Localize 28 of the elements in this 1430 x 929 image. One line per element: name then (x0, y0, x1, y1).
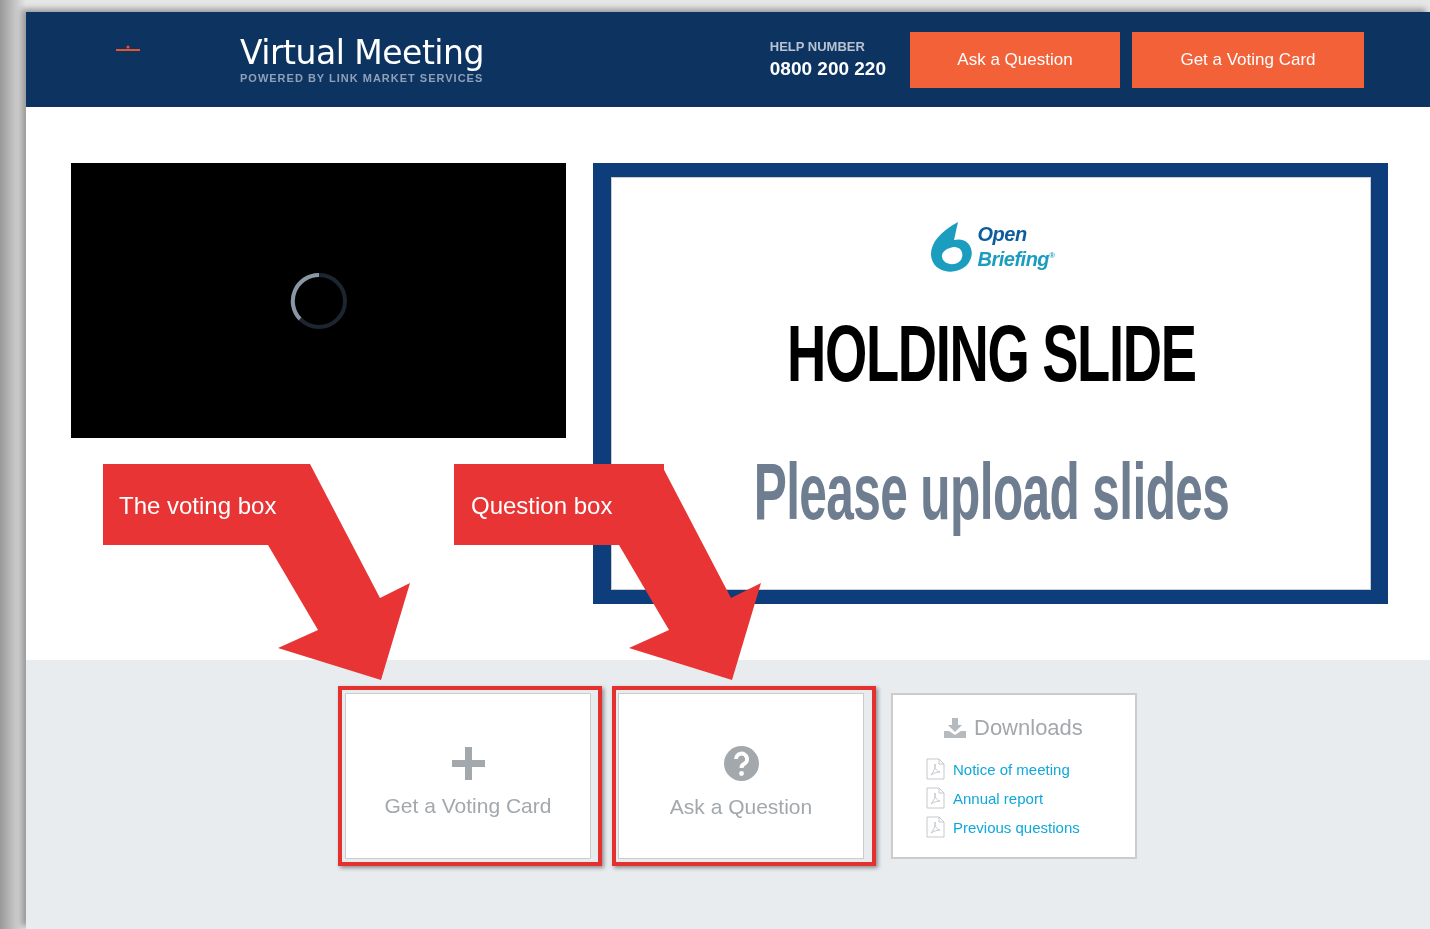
download-icon (944, 718, 966, 738)
app-subtitle: POWERED BY LINK MARKET SERVICES (240, 72, 484, 84)
callout-label: Question box (471, 492, 613, 520)
header-button[interactable]: Ask a Question (910, 31, 1120, 88)
header-button[interactable]: Get a Voting Card (1132, 31, 1364, 88)
logo-text: Briefing$^{®}$ (977, 246, 1055, 270)
help-label: HELP NUMBER (769, 39, 866, 54)
tile-label: Ask a Question (669, 794, 813, 819)
action-tile[interactable]: Get a Voting Card (345, 693, 591, 859)
help-icon (723, 745, 759, 781)
app-title: Virtual Meeting (240, 35, 484, 71)
callout-label: The voting box (119, 492, 277, 520)
video-player[interactable] (71, 163, 566, 438)
download-link[interactable]: Annual report (953, 789, 1044, 807)
download-link[interactable]: Notice of meeting (953, 760, 1070, 778)
slide-heading: HOLDING SLIDE (786, 314, 1196, 394)
pdf-file-icon (926, 758, 945, 780)
logo-text: Open (977, 224, 1028, 246)
logo-icon (116, 44, 140, 53)
tile-label: Get a Voting Card (384, 793, 552, 818)
plus-icon (451, 746, 485, 780)
downloads-title: Downloads (974, 715, 1083, 741)
action-tile[interactable]: Ask a Question (618, 693, 864, 859)
spinner-icon (289, 271, 348, 330)
pdf-file-icon (926, 816, 945, 838)
help-number: 0800 200 220 (769, 58, 886, 80)
pdf-file-icon (926, 787, 945, 809)
download-link[interactable]: Previous questions (953, 818, 1080, 836)
